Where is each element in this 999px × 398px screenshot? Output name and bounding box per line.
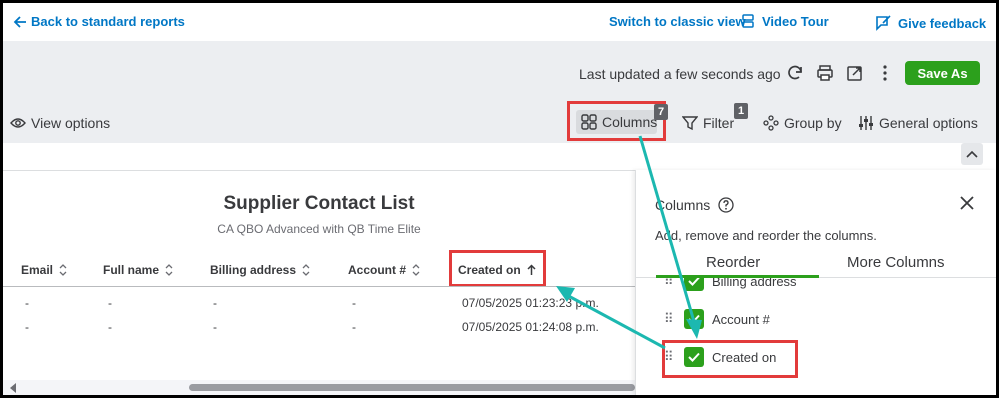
annotation-arrow-down [638,135,697,326]
annotation-arrows [556,135,702,350]
arrow-head-icon [686,319,702,339]
annotation-arrow-left [562,291,666,350]
app-frame: Back to standard reports Switch to class… [3,3,996,395]
